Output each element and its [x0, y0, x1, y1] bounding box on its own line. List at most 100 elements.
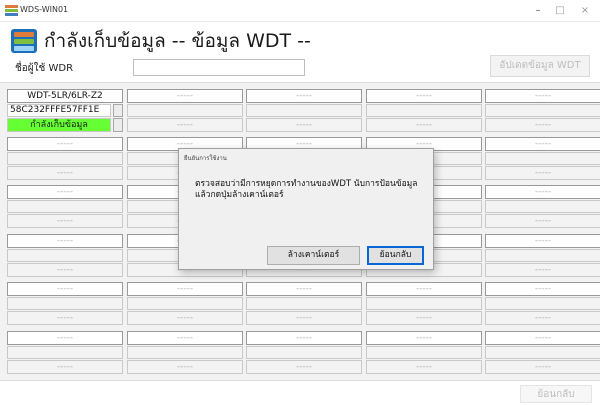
device-status: -----: [485, 166, 600, 180]
device-id: [485, 152, 600, 165]
device-name[interactable]: -----: [7, 137, 123, 151]
device-status: -----: [366, 311, 482, 325]
device-name[interactable]: -----: [246, 282, 362, 296]
device-status: -----: [246, 360, 362, 374]
device-name[interactable]: -----: [366, 89, 482, 103]
user-label: ชื่อผู้ใช้ WDR: [15, 63, 74, 74]
device-cell: ----- -----: [127, 282, 243, 325]
device-status: -----: [485, 263, 600, 277]
device-cell: ----- -----: [246, 282, 362, 325]
close-button[interactable]: ×: [574, 3, 596, 19]
device-cell: ----- -----: [127, 89, 243, 132]
page-title: กำลังเก็บข้อมูล -- ข้อมูล WDT --: [44, 30, 311, 52]
device-cell: ----- -----: [7, 137, 123, 180]
device-id: [127, 346, 243, 359]
device-id: [7, 152, 123, 165]
window-title: WDS-WIN01: [20, 5, 69, 14]
device-name[interactable]: -----: [485, 234, 600, 248]
device-status: -----: [485, 360, 600, 374]
device-name[interactable]: -----: [246, 331, 362, 345]
device-name[interactable]: -----: [366, 282, 482, 296]
device-id: [7, 297, 123, 310]
device-status: กำลังเก็บข้อมูล: [7, 118, 111, 132]
device-status: -----: [366, 118, 482, 132]
device-status: -----: [7, 311, 123, 325]
device-select-button[interactable]: [113, 104, 123, 117]
title-bar: WDS-WIN01 – □ ×: [0, 0, 600, 22]
device-id: [246, 297, 362, 310]
device-cell: ----- -----: [246, 89, 362, 132]
device-status: -----: [127, 118, 243, 132]
device-id: [7, 200, 123, 213]
user-name-field[interactable]: [133, 59, 305, 76]
device-name[interactable]: -----: [127, 331, 243, 345]
device-name[interactable]: -----: [485, 331, 600, 345]
device-cell: ----- -----: [246, 331, 362, 374]
device-name[interactable]: -----: [7, 282, 123, 296]
device-status: -----: [485, 311, 600, 325]
device-id: [7, 346, 123, 359]
device-name[interactable]: -----: [485, 89, 600, 103]
maximize-button[interactable]: □: [549, 3, 571, 19]
device-id: [485, 104, 600, 117]
device-status: -----: [7, 214, 123, 228]
minimize-button[interactable]: –: [527, 3, 549, 19]
device-cell: ----- -----: [127, 331, 243, 374]
device-cell: ----- -----: [485, 331, 600, 374]
device-cell: ----- -----: [7, 234, 123, 277]
device-id: [485, 297, 600, 310]
device-name[interactable]: -----: [7, 185, 123, 199]
device-status: -----: [127, 311, 243, 325]
device-id: [127, 104, 243, 117]
device-id: [485, 200, 600, 213]
device-status: -----: [246, 311, 362, 325]
clear-counter-button[interactable]: ล้างเคาน์เตอร์: [267, 246, 360, 265]
device-name[interactable]: -----: [127, 89, 243, 103]
device-status: -----: [7, 263, 123, 277]
device-cell: ----- -----: [485, 282, 600, 325]
device-status: -----: [7, 360, 123, 374]
device-id: [366, 297, 482, 310]
device-cell: ----- -----: [7, 282, 123, 325]
dialog-message: ตรวจสอบว่ามีการหยุดการทำงานของWDT นับการ…: [195, 179, 418, 200]
device-id: [246, 104, 362, 117]
device-id: [485, 249, 600, 262]
back-button[interactable]: ย้อนกลับ: [520, 385, 592, 403]
device-cell: ----- -----: [366, 282, 482, 325]
device-cell: ----- -----: [366, 89, 482, 132]
update-wdt-button[interactable]: อัปเดตข้อมูล WDT: [490, 55, 590, 77]
device-status: -----: [485, 118, 600, 132]
device-id: [246, 346, 362, 359]
device-id: [366, 346, 482, 359]
device-cell: WDT-5LR/6LR-Z2 58C232FFFE57FF1E กำลังเก็บข…: [7, 89, 123, 132]
device-cell: ----- -----: [485, 234, 600, 277]
device-id: [7, 249, 123, 262]
device-name[interactable]: -----: [485, 137, 600, 151]
device-name[interactable]: -----: [485, 282, 600, 296]
device-id: [366, 104, 482, 117]
device-status: -----: [127, 360, 243, 374]
device-cell: ----- -----: [485, 137, 600, 180]
database-logo-icon: [11, 29, 37, 53]
device-id: [485, 346, 600, 359]
device-id: [127, 297, 243, 310]
device-name[interactable]: -----: [246, 89, 362, 103]
device-status: -----: [246, 118, 362, 132]
confirm-dialog: ยืนยันการใช้งาน ตรวจสอบว่ามีการหยุดการทำ…: [178, 148, 434, 270]
device-id: 58C232FFFE57FF1E: [7, 104, 111, 117]
device-cell: ----- -----: [485, 89, 600, 132]
device-name[interactable]: -----: [7, 331, 123, 345]
device-cell: ----- -----: [366, 331, 482, 374]
device-status: -----: [7, 166, 123, 180]
device-name[interactable]: -----: [7, 234, 123, 248]
device-status: -----: [366, 360, 482, 374]
device-cell: ----- -----: [7, 185, 123, 228]
device-name[interactable]: WDT-5LR/6LR-Z2: [7, 89, 123, 103]
device-name[interactable]: -----: [366, 331, 482, 345]
device-action-button[interactable]: [113, 118, 123, 132]
app-logo-icon: [5, 5, 18, 16]
dialog-back-button[interactable]: ย้อนกลับ: [367, 246, 424, 265]
device-name[interactable]: -----: [127, 282, 243, 296]
device-cell: ----- -----: [7, 331, 123, 374]
device-name[interactable]: -----: [485, 185, 600, 199]
